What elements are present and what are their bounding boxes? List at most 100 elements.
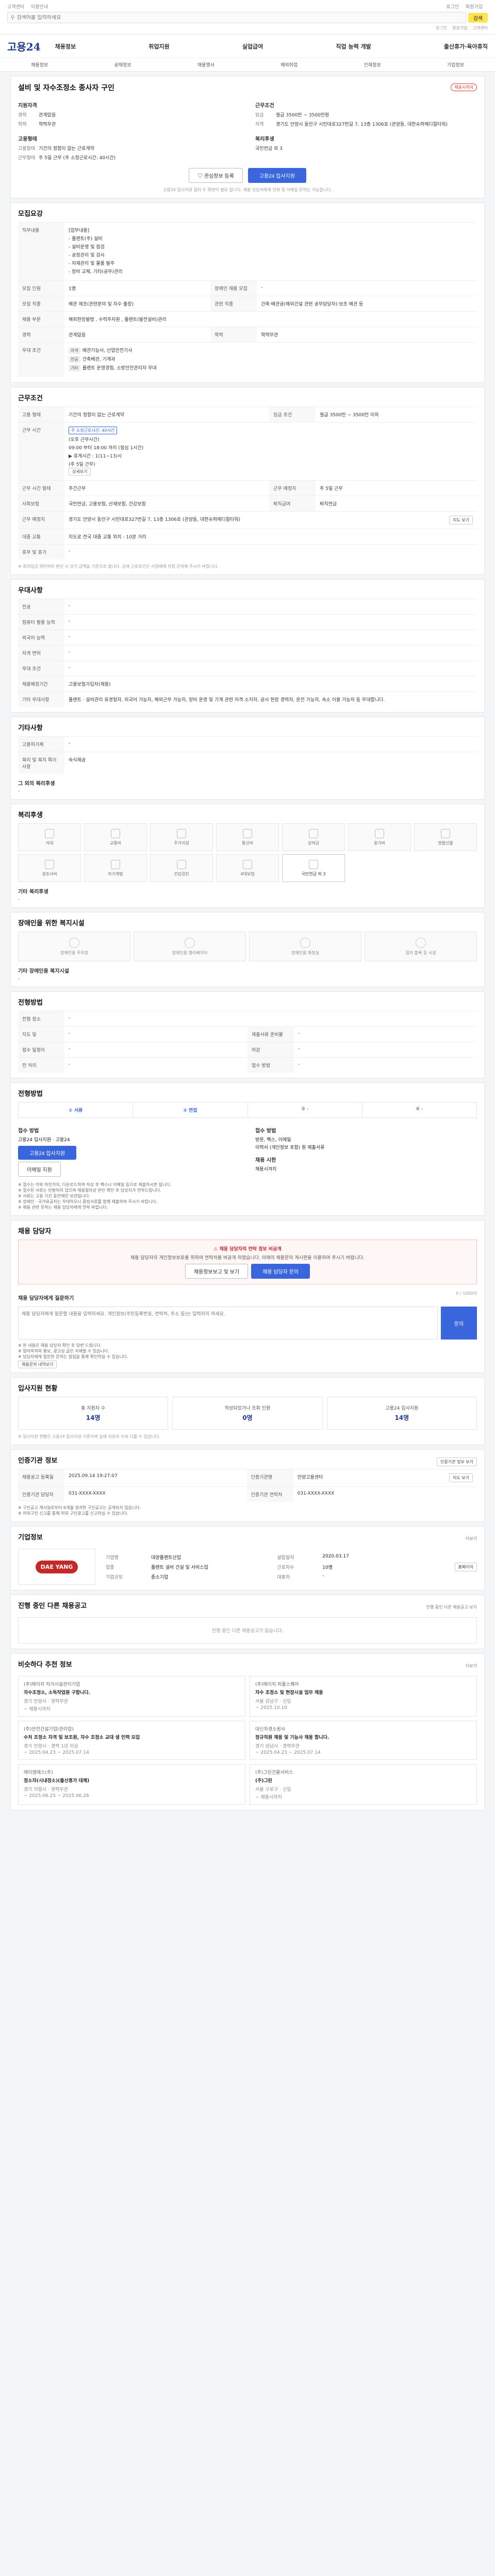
etc-other-label: 그 외의 복리후생 xyxy=(18,781,55,787)
local-nav: 채용정보 공채정보 채용행사 해외취업 인재정보 기업정보 xyxy=(0,58,495,71)
lnb-item-2[interactable]: 채용행사 xyxy=(197,61,214,68)
recommend-meta: 경기 성남시 · 경력무관 xyxy=(255,1744,300,1749)
email-apply-button[interactable]: 이메일 지원 xyxy=(18,1162,61,1177)
inquiry-history-button[interactable]: 채용문의 내역보기 xyxy=(18,1361,57,1368)
recommend-company: (주)에이치 피플스퀘어 xyxy=(255,1682,299,1687)
register-map-button[interactable]: 지도 보기 xyxy=(449,1473,473,1482)
lnb-item-5[interactable]: 기업정보 xyxy=(447,61,464,68)
manager-warning: ⚠ 채용 담당자의 연락 정보 비공개 채용 담당자의 개인정보보호를 위하여 … xyxy=(18,1240,477,1284)
recommend-card[interactable]: (주)에이치 자가시설관리기업 자수조정소, 소독작업원 구합니다. 경기 안양시 … xyxy=(18,1676,245,1717)
other-jobs-section: 진행 중인 다른 채용공고 진행 중인 다른 채용공고 보기 진행 중인 다른 … xyxy=(10,1595,485,1649)
apply-row-6-value: 플랜트 · 설비관리 유경험자, 외국어 가능자, 해외근무 가능자, 장비 운… xyxy=(64,691,477,707)
recommend-section: 비슷하다 추천 정보 더보기 (주)에이치 자가시설관리기업 자수조정소, 소독작… xyxy=(10,1653,485,1810)
inquiry-note-0: ※ 본 내용은 채용 담당자 확인 후 답변 드립니다. xyxy=(18,1343,102,1348)
top-left-item-0[interactable]: 고객센터 xyxy=(7,5,24,10)
lnb-item-1[interactable]: 공채정보 xyxy=(114,61,131,68)
summary-right2-value-0: 국민연금 외 3 xyxy=(255,146,283,151)
company-info: 기업명 대양플랜트산업 설립일자 2020.03.17 업종 플랜트 설비 건설 및 … xyxy=(106,1554,444,1580)
facility-label-2: 장애인용 화장실 xyxy=(291,950,320,955)
inquiry-note-2: ※ 담당자에게 질문한 문의는 알림을 통해 확인하실 수 있습니다. xyxy=(18,1354,128,1359)
map-button[interactable]: 지도 보기 xyxy=(449,516,473,524)
summary-right-value-0: 월급 3500만 ~ 3500만원 xyxy=(276,113,329,118)
prefer-text-1: 건축배관, 기계과 xyxy=(82,357,116,362)
recommend-card[interactable]: 에이엠에스(주) 정소자(시내정소)(출산휴가 대체) 경기 의왕시 · 경력무관 ~… xyxy=(18,1764,245,1805)
util-item-1[interactable]: 회원가입 xyxy=(452,25,467,31)
lnb-item-3[interactable]: 해외취업 xyxy=(280,61,298,68)
util-item-0[interactable]: 로그인 xyxy=(436,25,447,31)
welfare-other-label: 기타 복리후생 xyxy=(18,889,48,895)
process-apply-button[interactable]: 고용24 입사지원 xyxy=(18,1146,77,1160)
process-step: ② 면접 xyxy=(133,1103,248,1117)
apply-button[interactable]: 고용24 입사지원 xyxy=(248,168,306,183)
manager-inquiry-button[interactable]: 채용 담당자 문의 xyxy=(251,1264,310,1279)
conditions-heading: 근무조건 xyxy=(18,395,43,402)
other-jobs-more-link[interactable]: 진행 중인 다른 채용공고 보기 xyxy=(426,1604,477,1610)
job-title: 설비 및 자수조정소 종사자 구인 xyxy=(18,84,114,92)
lnb-item-0[interactable]: 채용정보 xyxy=(31,61,48,68)
register-info-button[interactable]: 인증기관 정보 보기 xyxy=(437,1458,477,1466)
search-input[interactable] xyxy=(16,14,463,21)
welfare-label: 자기계발 xyxy=(108,871,123,876)
sel-row-1-value: - xyxy=(64,1026,248,1042)
gnb-item-3[interactable]: 직업 능력 개발 xyxy=(336,42,371,50)
process-note-4: ※ 채용 관련 문의는 채용 담당자에게 연락 바랍니다. xyxy=(18,1205,108,1210)
gnb-item-4[interactable]: 출산휴가·육아휴직 xyxy=(444,42,488,50)
hours-line-1: 09:00 부터 18:00 까지 (점심 1시간) xyxy=(69,446,144,451)
manager-report-button[interactable]: 채용정보보고 및 보기 xyxy=(185,1264,249,1279)
recommend-heading: 비슷하다 추천 정보 xyxy=(18,1661,72,1669)
util-item-2[interactable]: 고객센터 xyxy=(473,25,488,31)
recommend-card[interactable]: 대신자경소원사 정규직원 채용 및 기능사 채용 합니다. 경기 성남시 · 경력무… xyxy=(250,1721,477,1760)
top-right-item-1[interactable]: 회원가입 xyxy=(466,5,483,10)
favorite-button-label: 관심정보 등록 xyxy=(204,174,234,179)
cond2-row-0-key: 근무 시간 형태 xyxy=(18,480,64,496)
cond2-row-1-key: 사회보험 xyxy=(18,496,64,512)
process-note-3: ※ 장애인 · 국가유공자는 우대하오니 증빙서류를 함께 제출하여 주시기 바… xyxy=(18,1199,158,1204)
company-more-link[interactable]: 더보기 xyxy=(466,1536,477,1541)
site-logo[interactable]: 고용24 xyxy=(7,39,41,54)
recruit-row-3-value2: 학력무관 xyxy=(257,327,477,343)
top-right-item-0[interactable]: 로그인 xyxy=(446,5,459,10)
sel-row-3-key: 전 처리 xyxy=(18,1057,64,1073)
inquiry-textarea[interactable] xyxy=(18,1307,438,1340)
facility-item-elevator: 장애인용 엘리베이터 xyxy=(134,931,246,961)
recommend-meta: 경기 안양시 · 경력 1년 이상 xyxy=(24,1744,78,1749)
top-left-item-1[interactable]: 이용안내 xyxy=(31,5,48,10)
lnb-item-4[interactable]: 인재정보 xyxy=(364,61,381,68)
sel-row-2-value2: - xyxy=(294,1042,477,1058)
register-note-0: ※ 구인공고 게시일로부터 6개월 경과한 구인공고는 공개되지 않습니다. xyxy=(18,1505,141,1510)
gnb-item-2[interactable]: 실업급여 xyxy=(242,42,263,50)
recommend-card[interactable]: (주)안전건설기업(관리업) 수처 조정소 자격 및 보조원, 자수 조정소 교대… xyxy=(18,1721,245,1760)
search-button[interactable]: 검색 xyxy=(468,12,488,23)
welfare-icon xyxy=(243,828,252,838)
favorite-button[interactable]: ♡ 관심정보 등록 xyxy=(189,168,243,183)
recruit-row-3-value: 관계없음 xyxy=(64,327,211,343)
gnb-item-1[interactable]: 취업지원 xyxy=(148,42,169,50)
work-condition-heading: 근무조건 xyxy=(255,103,274,109)
recommend-more-link[interactable]: 더보기 xyxy=(466,1663,477,1669)
apply-row-2-key: 외국어 능력 xyxy=(18,630,64,646)
welfare-icon xyxy=(45,828,54,838)
manager-section: 채용 담당자 ⚠ 채용 담당자의 연락 정보 비공개 채용 담당자의 개인정보보… xyxy=(10,1220,485,1373)
company-homepage-button[interactable]: 홈페이지 xyxy=(454,1562,477,1571)
recommend-meta: 경기 안양시 · 경력무관 xyxy=(24,1699,68,1704)
inquiry-submit-button[interactable]: 문의 xyxy=(441,1307,477,1340)
hours-detail-button[interactable]: 상세보기 xyxy=(69,468,91,476)
recommend-card[interactable]: (주)그린건물서비스 (주)그린 서울 구로구 · 신입 ~ 채용시까지 xyxy=(250,1764,477,1805)
manager-heading: 채용 담당자 xyxy=(18,1228,52,1235)
heart-icon: ♡ xyxy=(197,174,203,179)
register-note-1: ※ 허위구인 신고를 통해 허위 구인광고를 신고하실 수 있습니다. xyxy=(18,1511,128,1516)
process-steps: ① 서류 ② 면접 ③ - ④ - xyxy=(18,1102,477,1118)
recommend-deadline: ~ 2025.04.23 ~ 2025.07.14 xyxy=(255,1750,321,1755)
cond-row-0-key2: 임금 조건 xyxy=(269,406,316,422)
welfare-item: 4대보험 xyxy=(216,854,279,882)
facility-section: 장애인을 위한 복지시설 장애인용 주차장 장애인용 엘리베이터 장애인용 화장… xyxy=(10,912,485,987)
gnb-item-0[interactable]: 채용정보 xyxy=(55,42,76,50)
company-value-2: 플랜트 설비 건설 및 서비스업 xyxy=(151,1565,208,1570)
search-box: ⚲ xyxy=(7,12,466,23)
recommend-card[interactable]: (주)에이치 피플스퀘어 자수 조정소 및 현장시설 업무 채용 서울 강남구 · … xyxy=(250,1676,477,1717)
recruit-row-3-key2: 학력 xyxy=(210,327,257,343)
restroom-value: - xyxy=(64,544,477,560)
selection-heading: 전형방법 xyxy=(18,999,43,1007)
recruit-row-1-key: 모집 직종 xyxy=(18,296,64,312)
apply-row-3-value: - xyxy=(64,645,477,661)
